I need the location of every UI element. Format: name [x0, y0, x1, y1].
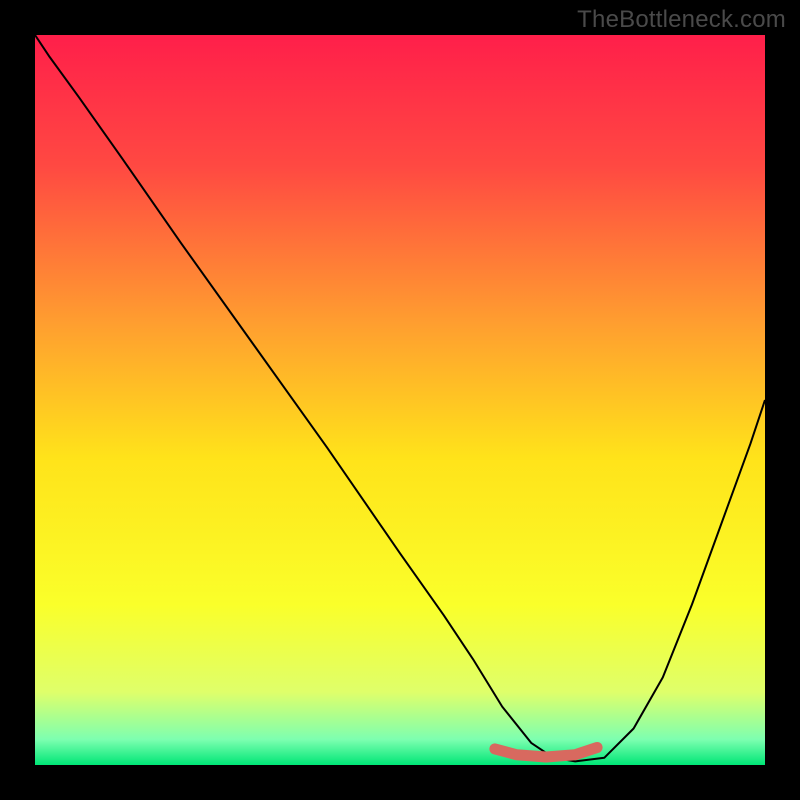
watermark-text: TheBottleneck.com	[577, 6, 786, 34]
plot-area	[35, 35, 765, 765]
gradient-background	[35, 35, 765, 765]
plot-svg	[35, 35, 765, 765]
chart-frame: TheBottleneck.com	[0, 0, 800, 800]
